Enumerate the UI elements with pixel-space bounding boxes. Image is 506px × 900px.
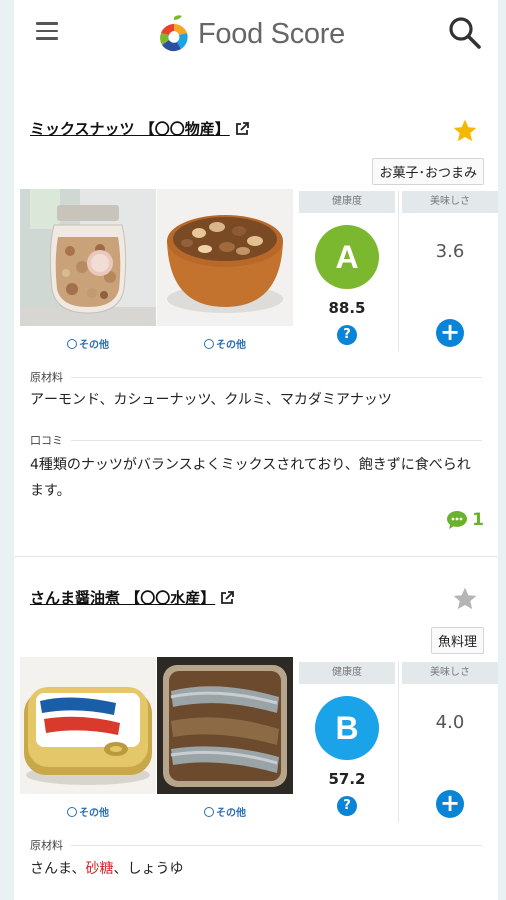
review-text: 4種類のナッツがバランスよくミックスされており、飽きずに食べられます。 bbox=[30, 457, 471, 499]
other-photos-link[interactable]: その他 bbox=[157, 804, 293, 819]
review-label-text: 口コミ bbox=[30, 434, 63, 447]
add-rating-icon[interactable]: + bbox=[436, 319, 464, 347]
help-icon[interactable]: ? bbox=[337, 796, 357, 816]
other-photos-link[interactable]: その他 bbox=[20, 336, 156, 351]
globe-icon bbox=[204, 339, 214, 349]
external-link-icon bbox=[235, 121, 249, 135]
taste-score: 3.6 bbox=[435, 241, 465, 262]
ingredients-text: さんま、砂糖、しょうゆ bbox=[30, 856, 484, 882]
ingredients-label: 原材料 bbox=[30, 837, 482, 853]
health-grade-badge: B bbox=[315, 696, 379, 760]
app-logo[interactable]: Food Score bbox=[156, 12, 345, 56]
other-link-label: その他 bbox=[79, 340, 109, 351]
review-label: 口コミ bbox=[30, 432, 482, 448]
taste-score: 4.0 bbox=[435, 712, 465, 733]
product-title-link[interactable]: さんま醤油煮 【〇〇水産】 bbox=[30, 587, 235, 608]
ingredients-label-text: 原材料 bbox=[30, 371, 63, 384]
health-header: 健康度 bbox=[299, 191, 395, 213]
product-title-link[interactable]: ミックスナッツ 【〇〇物産】 bbox=[30, 118, 250, 139]
app-name: Food Score bbox=[198, 17, 345, 50]
product-card: さんま醤油煮 【〇〇水産】 魚料理 その他 その他 健康度 B 57.2 ? 美… bbox=[14, 557, 498, 900]
category-badge: 魚料理 bbox=[430, 627, 484, 654]
search-icon[interactable] bbox=[448, 16, 482, 50]
ingredients-label-text: 原材料 bbox=[30, 839, 63, 852]
comment-count-button[interactable]: 1 bbox=[446, 510, 484, 530]
top-bar: Food Score bbox=[14, 0, 498, 66]
help-icon[interactable]: ? bbox=[337, 325, 357, 345]
other-photos-link[interactable]: その他 bbox=[157, 336, 293, 351]
globe-icon bbox=[204, 807, 214, 817]
globe-icon bbox=[67, 807, 77, 817]
ingredient-item: さんま、 bbox=[30, 861, 86, 877]
column-divider bbox=[398, 662, 399, 822]
category-badge: お菓子･おつまみ bbox=[372, 158, 484, 185]
favorite-star-icon[interactable] bbox=[452, 586, 478, 612]
other-link-label: その他 bbox=[216, 808, 246, 819]
comment-count: 1 bbox=[472, 510, 484, 530]
comment-bubble-icon bbox=[447, 511, 468, 529]
add-rating-icon[interactable]: + bbox=[436, 790, 464, 818]
globe-icon bbox=[67, 339, 77, 349]
product-title: ミックスナッツ 【〇〇物産】 bbox=[30, 120, 230, 138]
health-score: 88.5 bbox=[328, 299, 366, 317]
app-screen: Food Score ミックスナッツ 【〇〇物産】 お菓子･おつまみ その他 そ… bbox=[14, 0, 498, 900]
product-title: さんま醤油煮 【〇〇水産】 bbox=[30, 589, 216, 607]
ingredients-text: アーモンド、カシューナッツ、クルミ、マカダミアナッツ bbox=[30, 392, 392, 408]
hamburger-menu-icon[interactable] bbox=[36, 22, 58, 42]
product-photo[interactable] bbox=[157, 657, 293, 794]
product-photo[interactable] bbox=[20, 189, 156, 326]
health-score-column: 健康度 A 88.5 ? bbox=[299, 191, 395, 351]
product-card: ミックスナッツ 【〇〇物産】 お菓子･おつまみ その他 その他 健康度 A 88… bbox=[14, 66, 498, 556]
taste-header: 美味しさ bbox=[402, 662, 498, 684]
health-score: 57.2 bbox=[328, 770, 366, 788]
health-header: 健康度 bbox=[299, 662, 395, 684]
external-link-icon bbox=[221, 590, 235, 604]
other-photos-link[interactable]: その他 bbox=[20, 804, 156, 819]
logo-mark-icon bbox=[160, 15, 188, 52]
taste-score-column: 美味しさ 4.0 + bbox=[402, 662, 498, 822]
ingredient-item: 、しょうゆ bbox=[113, 861, 184, 877]
health-score-column: 健康度 B 57.2 ? bbox=[299, 662, 395, 822]
product-photo[interactable] bbox=[20, 657, 156, 794]
product-photo[interactable] bbox=[157, 189, 293, 326]
ingredient-item-highlighted: 砂糖 bbox=[85, 861, 114, 877]
column-divider bbox=[398, 191, 399, 351]
other-link-label: その他 bbox=[216, 340, 246, 351]
health-grade-badge: A bbox=[315, 225, 379, 289]
taste-header: 美味しさ bbox=[402, 191, 498, 213]
favorite-star-icon[interactable] bbox=[452, 118, 478, 144]
other-link-label: その他 bbox=[79, 808, 109, 819]
taste-score-column: 美味しさ 3.6 + bbox=[402, 191, 498, 351]
ingredients-label: 原材料 bbox=[30, 369, 482, 385]
